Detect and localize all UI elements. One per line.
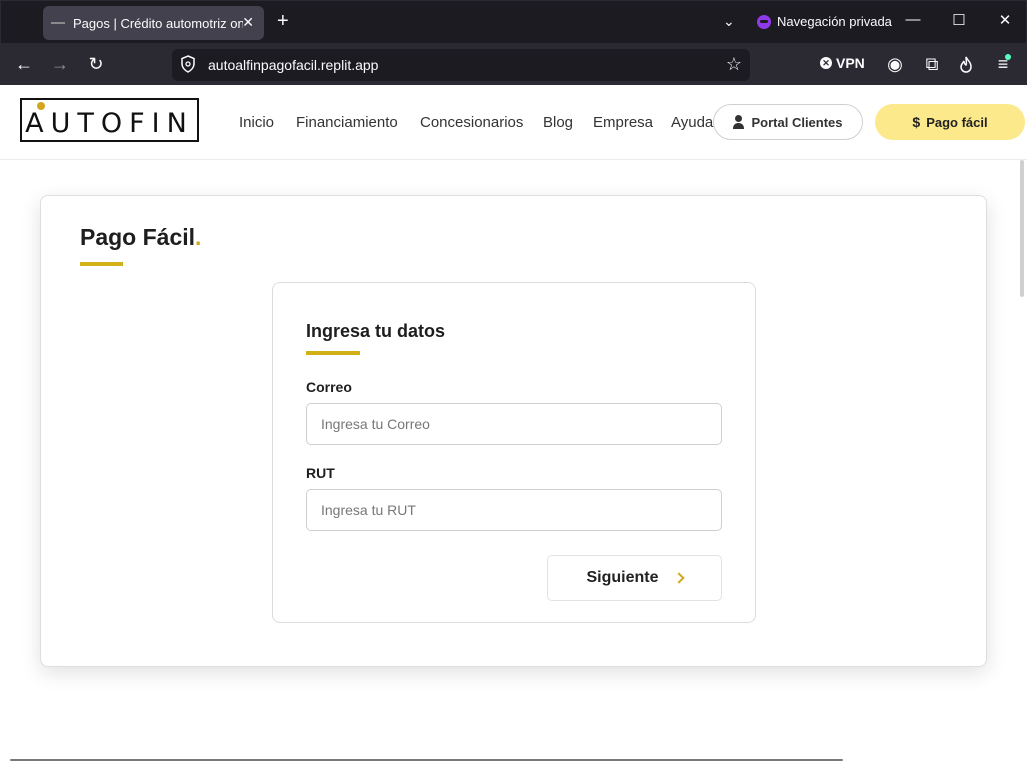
extensions-puzzle-icon[interactable]: ⧉ (921, 54, 943, 74)
login-form-card: Ingresa tu datos Correo RUT Siguiente (272, 282, 756, 623)
nav-link-inicio[interactable]: Inicio (239, 114, 274, 131)
private-browsing-label: Navegación privada (777, 14, 892, 29)
page-title-dot: . (195, 224, 202, 250)
reload-icon[interactable]: ↻ (85, 54, 107, 74)
vpn-status-icon: ✕ (820, 57, 832, 69)
site-favicon-icon (51, 17, 67, 29)
portal-clientes-button[interactable]: Portal Clientes (713, 104, 863, 140)
private-browsing-indicator: Navegación privada (757, 14, 892, 29)
url-text[interactable]: autoalfinpagofacil.replit.app (208, 57, 378, 73)
url-bar[interactable]: autoalfinpagofacil.replit.app ☆ (172, 49, 750, 81)
list-tabs-chevron-icon[interactable]: ⌄ (723, 13, 735, 30)
form-title-underline (306, 351, 360, 355)
new-tab-icon[interactable]: + (277, 11, 289, 31)
horizontal-scrollbar[interactable] (10, 759, 843, 761)
browser-nav-bar: ← → ↻ autoalfinpagofacil.replit.app ☆ ✕ … (0, 44, 1027, 85)
pago-facil-label: Pago fácil (926, 114, 988, 130)
pago-facil-card: Pago Fácil. Ingresa tu datos Correo RUT … (40, 195, 987, 667)
rut-label: RUT (306, 465, 335, 481)
vertical-scrollbar[interactable] (1020, 160, 1024, 297)
title-underline (80, 262, 123, 266)
logo-text: AUTOFIN (25, 108, 194, 139)
email-label: Correo (306, 379, 352, 395)
siguiente-button[interactable]: Siguiente (547, 555, 722, 601)
firefox-relay-flame-icon[interactable] (956, 55, 976, 75)
nav-link-ayuda[interactable]: Ayuda (671, 114, 713, 131)
email-field[interactable] (306, 403, 722, 445)
site-header: AUTOFIN Inicio Financiamiento Concesiona… (0, 85, 1027, 160)
form-title: Ingresa tu datos (306, 321, 446, 341)
browser-tab-bar: Pagos | Crédito automotriz online ✕ + ⌄ … (0, 0, 1027, 44)
back-arrow-icon[interactable]: ← (13, 54, 35, 74)
user-icon (733, 115, 745, 129)
vpn-button[interactable]: ✕ VPN (820, 55, 865, 71)
page-title: Pago Fácil. (80, 224, 201, 251)
nav-link-financiamiento[interactable]: Financiamiento (296, 114, 398, 131)
nav-link-blog[interactable]: Blog (543, 114, 573, 131)
account-icon[interactable]: ◉ (884, 54, 906, 74)
page-title-text: Pago Fácil (80, 224, 196, 250)
bookmark-star-icon[interactable]: ☆ (726, 54, 742, 75)
close-window-icon[interactable]: ✕ (995, 11, 1015, 29)
portal-clientes-label: Portal Clientes (751, 114, 843, 130)
siguiente-label: Siguiente (586, 569, 659, 586)
autofin-logo[interactable]: AUTOFIN (20, 98, 199, 142)
browser-tab[interactable]: Pagos | Crédito automotriz online ✕ (43, 6, 264, 40)
dollar-icon: $ (912, 114, 921, 130)
nav-link-empresa[interactable]: Empresa (593, 114, 653, 131)
forward-arrow-icon[interactable]: → (49, 54, 71, 74)
nav-link-concesionarios[interactable]: Concesionarios (420, 114, 523, 131)
private-mask-icon (757, 14, 771, 29)
rut-field[interactable] (306, 489, 722, 531)
tab-title: Pagos | Crédito automotriz online (73, 15, 243, 31)
vpn-label: VPN (836, 55, 865, 71)
site-security-shield-icon[interactable] (180, 55, 196, 73)
tab-close-icon[interactable]: ✕ (242, 14, 254, 31)
pago-facil-button[interactable]: $ Pago fácil (875, 104, 1025, 140)
menu-update-badge (1005, 54, 1011, 60)
maximize-window-icon[interactable]: ☐ (949, 11, 969, 29)
chevron-right-icon (672, 572, 685, 584)
minimize-window-icon[interactable]: — (903, 11, 923, 28)
